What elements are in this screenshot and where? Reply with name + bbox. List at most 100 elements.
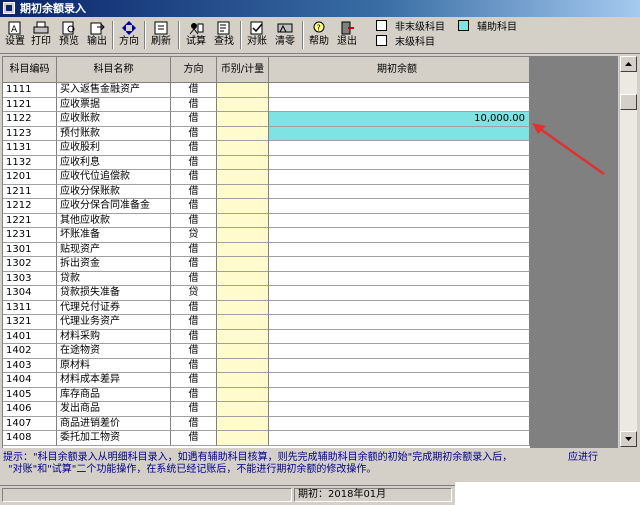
cell-balance[interactable] bbox=[269, 387, 530, 402]
table-row[interactable]: 1407 商品进销差价借 bbox=[3, 416, 530, 431]
header-name[interactable]: 科目名称 bbox=[57, 57, 171, 83]
cell-currency[interactable] bbox=[217, 286, 269, 301]
cell-currency[interactable] bbox=[217, 199, 269, 214]
table-row[interactable]: 1132 应收利息借 bbox=[3, 155, 530, 170]
cell-name[interactable]: 预付账款 bbox=[57, 126, 171, 141]
cell-balance[interactable] bbox=[269, 358, 530, 373]
table-row[interactable]: 1406 发出商品借 bbox=[3, 402, 530, 417]
cell-balance[interactable] bbox=[269, 228, 530, 243]
export-button[interactable]: 输出 bbox=[84, 20, 110, 51]
cell-name[interactable]: 库存商品 bbox=[57, 387, 171, 402]
cell-name[interactable]: 代理兑付证券 bbox=[57, 300, 171, 315]
cell-currency[interactable] bbox=[217, 344, 269, 359]
calculate-button[interactable]: 试算 bbox=[183, 20, 209, 51]
cell-name[interactable]: 委托加工物资 bbox=[57, 431, 171, 446]
cell-name[interactable]: 材料采购 bbox=[57, 329, 171, 344]
cell-balance[interactable] bbox=[269, 257, 530, 272]
cell-name[interactable]: 应收股利 bbox=[57, 141, 171, 156]
cell-direction[interactable]: 贷 bbox=[171, 228, 217, 243]
cell-currency[interactable] bbox=[217, 358, 269, 373]
cell-name[interactable]: 应收分保合同准备金 bbox=[57, 199, 171, 214]
cell-currency[interactable] bbox=[217, 97, 269, 112]
cell-balance[interactable] bbox=[269, 344, 530, 359]
help-button[interactable]: ? 帮助 bbox=[306, 20, 332, 51]
cell-balance[interactable] bbox=[269, 373, 530, 388]
scroll-thumb[interactable] bbox=[620, 94, 637, 110]
cell-direction[interactable]: 借 bbox=[171, 213, 217, 228]
cell-balance[interactable] bbox=[269, 329, 530, 344]
settings-button[interactable]: A 设置 bbox=[3, 20, 27, 51]
scroll-down-button[interactable] bbox=[620, 431, 637, 447]
cell-currency[interactable] bbox=[217, 170, 269, 185]
clear-button[interactable]: 清零 bbox=[272, 20, 298, 51]
cell-code[interactable]: 1212 bbox=[3, 199, 57, 214]
cell-name[interactable]: 坏账准备 bbox=[57, 228, 171, 243]
cell-name[interactable]: 材料成本差异 bbox=[57, 373, 171, 388]
cell-code[interactable]: 1403 bbox=[3, 358, 57, 373]
cell-name[interactable]: 拆出资金 bbox=[57, 257, 171, 272]
cell-code[interactable]: 1301 bbox=[3, 242, 57, 257]
cell-direction[interactable]: 借 bbox=[171, 300, 217, 315]
table-row[interactable]: 1304 贷款损失准备贷 bbox=[3, 286, 530, 301]
cell-balance[interactable] bbox=[269, 416, 530, 431]
cell-currency[interactable] bbox=[217, 257, 269, 272]
cell-balance[interactable] bbox=[269, 155, 530, 170]
cell-balance[interactable] bbox=[269, 170, 530, 185]
cell-code[interactable]: 1123 bbox=[3, 126, 57, 141]
table-row[interactable]: 1131 应收股利借 bbox=[3, 141, 530, 156]
table-row[interactable]: 1302 拆出资金借 bbox=[3, 257, 530, 272]
cell-balance[interactable] bbox=[269, 213, 530, 228]
scroll-up-button[interactable] bbox=[620, 56, 637, 72]
header-balance[interactable]: 期初余额 bbox=[269, 57, 530, 83]
cell-name[interactable]: 贷款 bbox=[57, 271, 171, 286]
cell-code[interactable]: 1311 bbox=[3, 300, 57, 315]
table-row[interactable]: 1211 应收分保账款借 bbox=[3, 184, 530, 199]
cell-currency[interactable] bbox=[217, 387, 269, 402]
cell-direction[interactable]: 借 bbox=[171, 358, 217, 373]
cell-balance[interactable] bbox=[269, 97, 530, 112]
exit-button[interactable]: 退出 bbox=[334, 20, 360, 51]
cell-currency[interactable] bbox=[217, 329, 269, 344]
cell-currency[interactable] bbox=[217, 315, 269, 330]
cell-direction[interactable]: 借 bbox=[171, 242, 217, 257]
cell-code[interactable]: 1132 bbox=[3, 155, 57, 170]
cell-code[interactable]: 1401 bbox=[3, 329, 57, 344]
cell-direction[interactable]: 借 bbox=[171, 83, 217, 98]
find-button[interactable]: 查找 bbox=[211, 20, 237, 51]
cell-direction[interactable]: 借 bbox=[171, 344, 217, 359]
cell-balance[interactable]: 10,000.00 bbox=[269, 112, 530, 127]
header-currency[interactable]: 币别/计量 bbox=[217, 57, 269, 83]
cell-balance[interactable] bbox=[269, 315, 530, 330]
refresh-button[interactable]: 刷新 bbox=[148, 20, 174, 51]
cell-direction[interactable]: 借 bbox=[171, 155, 217, 170]
cell-code[interactable]: 1304 bbox=[3, 286, 57, 301]
cell-code[interactable]: 1201 bbox=[3, 170, 57, 185]
cell-currency[interactable] bbox=[217, 431, 269, 446]
header-code[interactable]: 科目编码 bbox=[3, 57, 57, 83]
table-row[interactable]: 1123 预付账款借 bbox=[3, 126, 530, 141]
cell-name[interactable]: 贴现资产 bbox=[57, 242, 171, 257]
print-button[interactable]: 打印 bbox=[28, 20, 54, 51]
cell-currency[interactable] bbox=[217, 112, 269, 127]
table-row[interactable]: 1404 材料成本差异借 bbox=[3, 373, 530, 388]
cell-code[interactable]: 1406 bbox=[3, 402, 57, 417]
cell-balance[interactable] bbox=[269, 199, 530, 214]
table-row[interactable]: 1408 委托加工物资借 bbox=[3, 431, 530, 446]
table-row[interactable]: 1121 应收票据借 bbox=[3, 97, 530, 112]
cell-name[interactable]: 应收分保账款 bbox=[57, 184, 171, 199]
cell-currency[interactable] bbox=[217, 141, 269, 156]
table-row[interactable]: 1201 应收代位追偿款借 bbox=[3, 170, 530, 185]
cell-direction[interactable]: 借 bbox=[171, 329, 217, 344]
table-row[interactable]: 1311 代理兑付证券借 bbox=[3, 300, 530, 315]
cell-direction[interactable]: 借 bbox=[171, 402, 217, 417]
table-row[interactable]: 1402 在途物资借 bbox=[3, 344, 530, 359]
cell-balance[interactable] bbox=[269, 300, 530, 315]
cell-direction[interactable]: 借 bbox=[171, 199, 217, 214]
cell-currency[interactable] bbox=[217, 213, 269, 228]
cell-direction[interactable]: 借 bbox=[171, 126, 217, 141]
cell-name[interactable]: 应收代位追偿款 bbox=[57, 170, 171, 185]
cell-code[interactable]: 1231 bbox=[3, 228, 57, 243]
cell-name[interactable]: 应收利息 bbox=[57, 155, 171, 170]
cell-direction[interactable]: 借 bbox=[171, 416, 217, 431]
preview-button[interactable]: 预览 bbox=[56, 20, 82, 51]
